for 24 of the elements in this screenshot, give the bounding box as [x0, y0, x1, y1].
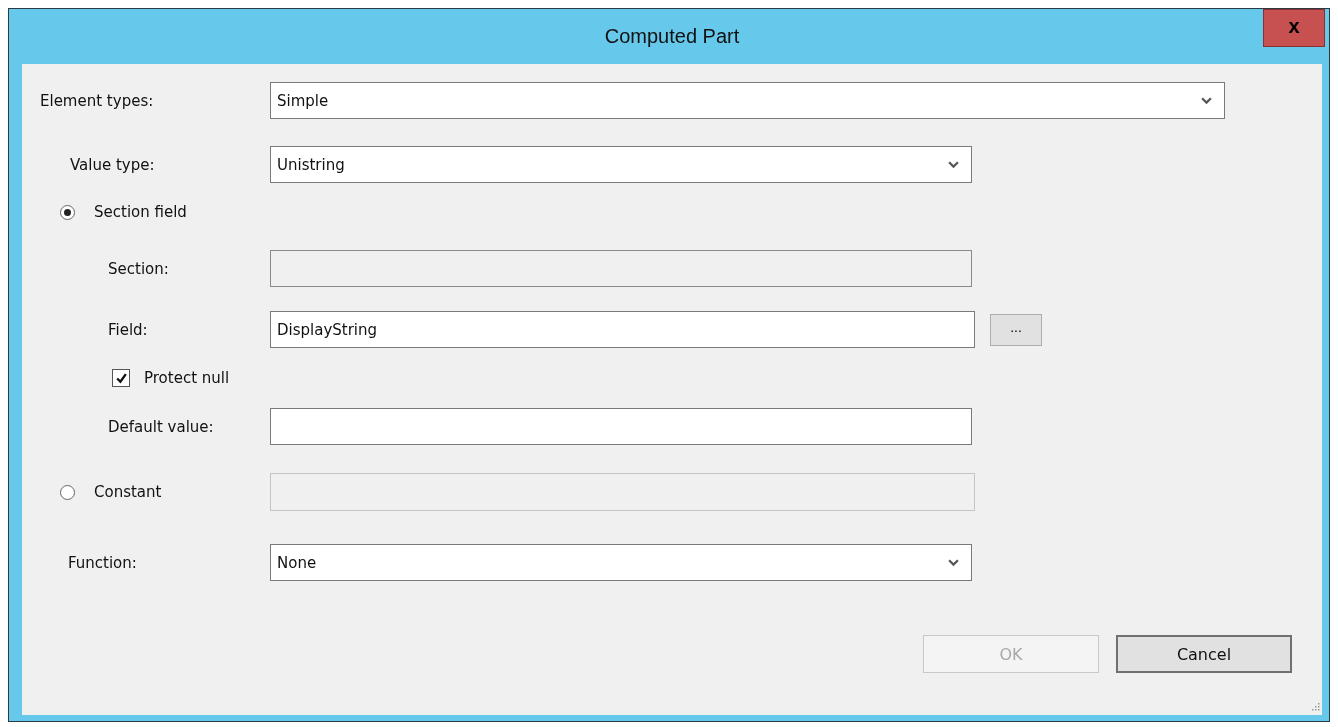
resize-grip-icon[interactable] [1311, 702, 1320, 711]
chevron-down-icon [948, 558, 959, 567]
section-field[interactable] [270, 250, 972, 287]
field-label: Element types: [40, 91, 155, 110]
field-label: Function: [68, 553, 138, 572]
field-label: Field: [108, 320, 149, 339]
browse-button[interactable]: ... [990, 313, 1042, 346]
value-type-dropdown[interactable]: Unistring [270, 146, 972, 183]
checkbox-label[interactable]: Protect null [144, 369, 230, 387]
checkbox[interactable] [112, 369, 130, 387]
chevron-down-icon [948, 160, 959, 169]
field-label: Default value: [108, 417, 215, 436]
radio-button[interactable] [60, 204, 75, 220]
cancel-button[interactable]: Cancel [1116, 635, 1292, 673]
field-label: Section: [108, 259, 170, 278]
default-value-field[interactable] [270, 408, 972, 445]
window-title: Computed Part [604, 25, 740, 48]
function-dropdown[interactable]: None [270, 544, 972, 581]
field-label: Value type: [70, 155, 156, 174]
chevron-down-icon [1201, 96, 1212, 105]
radio-label[interactable]: Section field [94, 203, 187, 221]
close-button[interactable]: x [1263, 9, 1325, 47]
element-types-dropdown[interactable]: Simple [270, 82, 1225, 119]
field-input[interactable]: DisplayString [270, 311, 975, 348]
